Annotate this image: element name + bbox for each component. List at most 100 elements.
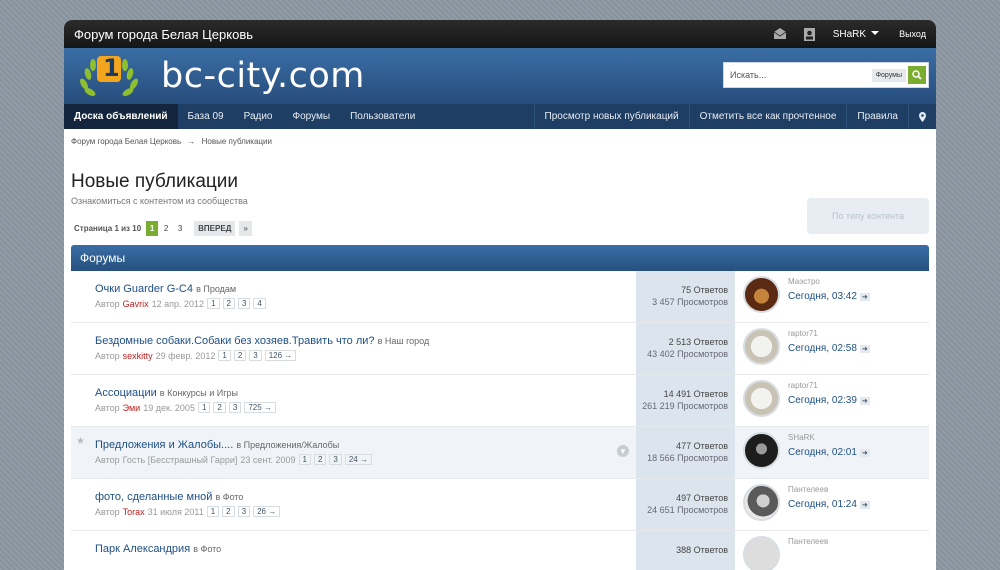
topic-page-link[interactable]: 3: [329, 454, 342, 465]
topic-page-link[interactable]: 3: [237, 506, 251, 517]
last-post-user[interactable]: raptor71: [788, 329, 870, 338]
search-submit-button[interactable]: [908, 66, 926, 84]
nav-mark-all-read[interactable]: Отметить все как прочтенное: [688, 104, 847, 129]
nav-radio[interactable]: Радио: [234, 104, 283, 129]
avatar[interactable]: [743, 380, 780, 417]
topic-meta: Автор Гость [Бесстрашный Гарри] 23 сент.…: [95, 454, 636, 465]
logo-laurel-badge[interactable]: 1: [78, 54, 140, 100]
topic-page-link[interactable]: 3: [228, 402, 242, 413]
page-link-2[interactable]: 2: [160, 221, 172, 236]
envelope-icon[interactable]: [773, 27, 787, 41]
last-post-user[interactable]: Пантелеев: [788, 485, 870, 494]
logout-link[interactable]: Выход: [899, 29, 926, 39]
topic-page-link[interactable]: 26 →: [253, 506, 281, 517]
user-menu[interactable]: SHaRK: [833, 29, 879, 40]
topic-page-link[interactable]: 1: [197, 402, 211, 413]
nav-users[interactable]: Пользователи: [340, 104, 425, 129]
topic-title[interactable]: Парк Александрия: [95, 543, 190, 555]
topic-page-link[interactable]: 2: [222, 298, 235, 309]
topic-forum[interactable]: в Конкурсы и Игры: [160, 388, 238, 398]
search-scope-button[interactable]: Форумы: [871, 68, 906, 82]
topic-replies: 388 Ответов: [676, 545, 728, 555]
profile-card-icon[interactable]: [803, 27, 817, 41]
topic-page-link[interactable]: 725 →: [244, 402, 276, 413]
topic-page-link[interactable]: 3: [249, 350, 262, 361]
nav-base09[interactable]: База 09: [178, 104, 234, 129]
topic-date: 23 сент. 2009: [240, 454, 296, 465]
arrow-down-icon[interactable]: ▼: [617, 445, 629, 457]
topic-forum[interactable]: в Фото: [215, 492, 243, 502]
topic-forum[interactable]: в Предложения/Жалобы: [236, 440, 339, 450]
last-post-date[interactable]: Сегодня, 02:58: [788, 343, 870, 354]
topic-forum[interactable]: в Продам: [196, 284, 236, 294]
nav-classifieds[interactable]: Доска объявлений: [64, 104, 178, 129]
last-post-date[interactable]: Сегодня, 03:42: [788, 291, 870, 302]
topic-title[interactable]: фото, сделанные мной: [95, 491, 212, 503]
last-post-date[interactable]: Сегодня, 01:24: [788, 499, 870, 510]
last-page-button[interactable]: »: [239, 221, 252, 236]
last-post-user[interactable]: Пантелеев: [788, 537, 828, 546]
pagination-label: Страница 1 из 10: [74, 224, 142, 233]
topic-forum[interactable]: в Наш город: [378, 336, 430, 346]
topic-stats: 2 513 Ответов 43 402 Просмотров: [636, 323, 735, 374]
avatar[interactable]: [743, 276, 780, 313]
last-post-date[interactable]: Сегодня, 02:01: [788, 447, 870, 458]
topic-views: 3 457 Просмотров: [652, 297, 728, 307]
search-input[interactable]: Искать...: [730, 70, 872, 80]
top-bar: Форум города Белая Церковь SHaRK Выход: [64, 20, 936, 48]
avatar[interactable]: [743, 536, 780, 570]
topic-title[interactable]: Бездомные собаки.Собаки без хозяев.Трави…: [95, 335, 375, 347]
topic-main: Бездомные собаки.Собаки без хозяев.Трави…: [71, 323, 636, 374]
topic-author[interactable]: Gavrix: [123, 299, 149, 309]
topic-page-link[interactable]: 1: [218, 350, 231, 361]
topic-main: фото, сделанные мной в Фото Автор Torax …: [71, 479, 636, 530]
page-link-3[interactable]: 3: [174, 221, 186, 236]
last-post: Пантелеев Сегодня, 01:24: [735, 479, 929, 530]
topic-row: Парк Александрия в Фото 388 Ответов Пант…: [71, 531, 929, 570]
topic-author[interactable]: sexkitty: [123, 351, 153, 361]
topic-page-link[interactable]: 1: [207, 298, 220, 309]
breadcrumb-home[interactable]: Форум города Белая Церковь: [71, 137, 181, 146]
topic-row: фото, сделанные мной в Фото Автор Torax …: [71, 479, 929, 531]
nav-forums[interactable]: Форумы: [283, 104, 341, 129]
last-post-user[interactable]: SHaRK: [788, 433, 870, 442]
topic-page-link[interactable]: 2: [222, 506, 235, 517]
topic-title[interactable]: Предложения и Жалобы....: [95, 439, 233, 451]
topic-author[interactable]: Эми: [123, 403, 141, 413]
last-post: raptor71 Сегодня, 02:39: [735, 375, 929, 426]
topic-page-link[interactable]: 2: [213, 402, 226, 413]
nav-rules[interactable]: Правила: [846, 104, 908, 129]
topic-page-link[interactable]: 2: [233, 350, 247, 361]
avatar[interactable]: [743, 328, 780, 365]
topic-replies: 75 Ответов: [681, 285, 728, 295]
topic-page-link[interactable]: 24 →: [344, 454, 372, 465]
topic-page-link[interactable]: 1: [206, 506, 220, 517]
topic-page-link[interactable]: 1: [298, 454, 311, 465]
topic-forum[interactable]: в Фото: [193, 544, 221, 554]
topic-replies: 2 513 Ответов: [668, 337, 728, 347]
avatar[interactable]: [743, 432, 780, 469]
topic-replies: 14 491 Ответов: [663, 389, 728, 399]
avatar[interactable]: [743, 484, 780, 521]
topic-page-link[interactable]: 2: [313, 454, 327, 465]
location-pin-icon[interactable]: [908, 104, 936, 129]
topic-page-link[interactable]: 126 →: [264, 350, 297, 361]
last-post-user[interactable]: Маэстро: [788, 277, 870, 286]
nav-view-new-content[interactable]: Просмотр новых публикаций: [533, 104, 689, 129]
site-title[interactable]: Форум города Белая Церковь: [74, 27, 757, 42]
site-logo-text[interactable]: bc-city.com: [161, 56, 365, 96]
page-link-1[interactable]: 1: [146, 221, 159, 236]
topic-page-link[interactable]: 4: [253, 298, 266, 309]
topic-author[interactable]: Torax: [123, 507, 145, 517]
next-page-button[interactable]: ВПЕРЕД: [194, 221, 236, 236]
topic-main: Предложения и Жалобы.... в Предложения/Ж…: [71, 427, 636, 478]
topic-row: Очки Guarder G-C4 в Продам Автор Gavrix …: [71, 271, 929, 323]
topic-title[interactable]: Ассоциации: [95, 387, 157, 399]
topic-page-link[interactable]: 3: [237, 298, 251, 309]
content-type-filter-button[interactable]: По типу контента: [807, 198, 929, 234]
topic-title[interactable]: Очки Guarder G-C4: [95, 283, 193, 295]
last-post-user[interactable]: raptor71: [788, 381, 870, 390]
topic-stats: 75 Ответов 3 457 Просмотров: [636, 271, 735, 322]
last-post-date[interactable]: Сегодня, 02:39: [788, 395, 870, 406]
